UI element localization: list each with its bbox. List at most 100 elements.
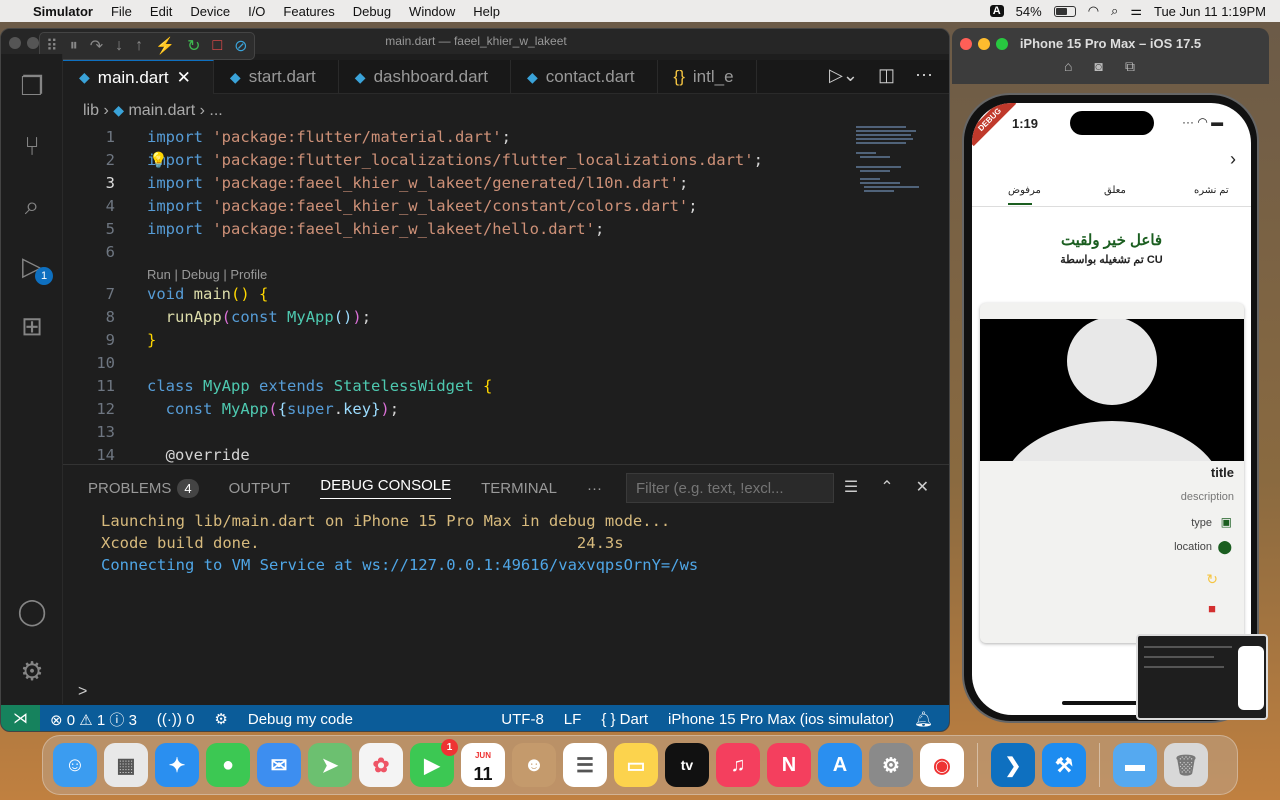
menu-file[interactable]: File	[102, 4, 141, 19]
tab-debug-console[interactable]: DEBUG CONSOLE	[320, 477, 452, 499]
clear-console-icon[interactable]: ☰	[844, 477, 858, 497]
console-filter-input[interactable]	[626, 473, 834, 503]
chevron-right-icon[interactable]: ›	[1230, 149, 1236, 170]
tab-dashboard-dart[interactable]: ◆ dashboard.dart	[339, 60, 511, 94]
minimize-window-button[interactable]	[27, 37, 39, 49]
hot-reload-icon[interactable]: ⚡	[155, 36, 175, 56]
zoom-window-button[interactable]	[996, 38, 1008, 50]
console-prompt[interactable]: >	[78, 683, 87, 701]
dock-news[interactable]: N	[767, 743, 811, 787]
close-window-button[interactable]	[960, 38, 972, 50]
step-over-icon[interactable]: ↷	[90, 36, 103, 56]
dock-music[interactable]: ♫	[716, 743, 760, 787]
debug-config-icon[interactable]: ⚙	[204, 710, 237, 728]
control-center-icon[interactable]: ⚌	[1130, 3, 1142, 19]
tab-rejected[interactable]: مرفوض	[1008, 185, 1041, 196]
tab-problems[interactable]: PROBLEMS 4	[88, 478, 199, 498]
notifications-bell-icon[interactable]: 🔔︎	[904, 710, 949, 728]
rotate-icon[interactable]: ⧉	[1125, 58, 1157, 74]
delete-icon[interactable]: ■	[1208, 601, 1216, 616]
close-window-button[interactable]	[9, 37, 21, 49]
ports-status[interactable]: ((·)) 0	[147, 711, 205, 728]
language-status[interactable]: { } Dart	[591, 711, 658, 728]
menu-edit[interactable]: Edit	[141, 4, 181, 19]
run-debug-icon[interactable]: ▷ 1	[15, 249, 53, 285]
debug-config[interactable]: Debug my code	[238, 711, 363, 728]
tab-contact-dart[interactable]: ◆ contact.dart	[511, 60, 658, 94]
settings-gear-icon[interactable]: ⚙	[15, 654, 49, 688]
dock-tv[interactable]: tv	[665, 743, 709, 787]
dock-facetime[interactable]: ▶ 1	[410, 739, 458, 787]
breadcrumb-folder[interactable]: lib	[83, 102, 99, 119]
battery-icon[interactable]	[1053, 5, 1076, 17]
dock-contacts[interactable]: ☻	[512, 743, 556, 787]
remote-icon[interactable]: ⋊	[1, 705, 40, 731]
dock-finder[interactable]: ☺	[53, 743, 97, 787]
screenshot-icon[interactable]: ◙	[1095, 58, 1125, 74]
menu-debug[interactable]: Debug	[344, 4, 400, 19]
more-actions-icon[interactable]: ⋯	[915, 65, 933, 86]
close-tab-icon[interactable]: ✕	[177, 68, 191, 88]
maximize-panel-icon[interactable]: ⌃	[880, 477, 893, 497]
dock-downloads-folder[interactable]: ▬	[1113, 743, 1157, 787]
code-editor[interactable]: 1 import 'package:flutter/material.dart'…	[63, 124, 949, 464]
post-card[interactable]: title description type ▣ location ⬤ ↻ ■	[980, 303, 1244, 643]
restart-icon[interactable]: ↻	[187, 36, 200, 56]
close-panel-icon[interactable]: ✕	[916, 477, 929, 497]
minimap[interactable]	[856, 124, 926, 214]
breadcrumb-more[interactable]: ...	[209, 102, 222, 119]
dock-calendar[interactable]: JUN 11	[461, 743, 505, 787]
tab-main-dart[interactable]: ◆ main.dart ✕	[63, 60, 214, 94]
dock-mail[interactable]: ✉	[257, 743, 301, 787]
menu-app-name[interactable]: Simulator	[24, 4, 102, 19]
wifi-icon[interactable]: ◠	[1088, 3, 1099, 19]
dock-photos[interactable]: ✿	[359, 743, 403, 787]
problems-status[interactable]: ⊗ 0 ⚠ 1 ⓘ 3	[40, 709, 147, 730]
eol-status[interactable]: LF	[554, 711, 592, 728]
code-lens[interactable]: Run | Debug | Profile	[147, 267, 267, 282]
menu-device[interactable]: Device	[181, 4, 239, 19]
dock-xcode[interactable]: ⚒	[1042, 743, 1086, 787]
explorer-icon[interactable]: ❐	[15, 69, 49, 103]
dock-launchpad[interactable]: ▦	[104, 743, 148, 787]
lightbulb-icon[interactable]: 💡	[149, 151, 168, 169]
dock-messages[interactable]: ●	[206, 743, 250, 787]
phone-screen[interactable]: DEBUG 1:19 ··· ◠ ▬ › مرفوض معلق تم نشره …	[972, 103, 1251, 715]
tab-pending[interactable]: معلق	[1104, 185, 1126, 196]
device-status[interactable]: iPhone 15 Pro Max (ios simulator)	[658, 711, 904, 728]
menu-window[interactable]: Window	[400, 4, 464, 19]
input-source-icon[interactable]: A	[989, 5, 1004, 17]
tab-published[interactable]: تم نشره	[1194, 185, 1229, 196]
account-icon[interactable]: ◯	[15, 594, 49, 628]
menu-features[interactable]: Features	[274, 4, 343, 19]
run-file-icon[interactable]: ▷⌄	[829, 65, 858, 86]
tab-start-dart[interactable]: ◆ start.dart	[214, 60, 339, 94]
step-into-icon[interactable]: ↓	[115, 37, 123, 55]
breadcrumb-file[interactable]: main.dart	[128, 102, 195, 119]
menu-io[interactable]: I/O	[239, 4, 274, 19]
dock-app-store[interactable]: A	[818, 743, 862, 787]
dock-system-settings[interactable]: ⚙	[869, 743, 913, 787]
dock-notes[interactable]: ▭	[614, 743, 658, 787]
minimize-window-button[interactable]	[978, 38, 990, 50]
stop-icon[interactable]: □	[212, 37, 222, 55]
screenshot-thumbnail[interactable]	[1136, 634, 1268, 720]
dock-trash[interactable]: 🗑︎	[1164, 743, 1208, 787]
menu-clock[interactable]: Tue Jun 11 1:19PM	[1154, 4, 1266, 19]
source-control-icon[interactable]: ⑂	[15, 129, 49, 163]
drag-handle-icon[interactable]: ⠿	[46, 36, 58, 56]
debug-console-output[interactable]: Launching lib/main.dart on iPhone 15 Pro…	[101, 510, 698, 576]
step-out-icon[interactable]: ↑	[135, 37, 143, 55]
dock-safari[interactable]: ✦	[155, 743, 199, 787]
tab-output[interactable]: OUTPUT	[229, 480, 291, 497]
extensions-icon[interactable]: ⊞	[15, 309, 49, 343]
refresh-icon[interactable]: ↻	[1206, 571, 1218, 588]
split-editor-icon[interactable]: ◫	[878, 65, 895, 86]
dock-reminders[interactable]: ☰	[563, 743, 607, 787]
search-icon[interactable]: ⌕	[15, 189, 49, 223]
devtools-icon[interactable]: ⊘	[234, 36, 247, 56]
menu-help[interactable]: Help	[464, 4, 509, 19]
tab-intl[interactable]: {} intl_e	[658, 60, 757, 94]
encoding-status[interactable]: UTF-8	[491, 711, 554, 728]
search-icon[interactable]: ⌕	[1111, 3, 1118, 19]
